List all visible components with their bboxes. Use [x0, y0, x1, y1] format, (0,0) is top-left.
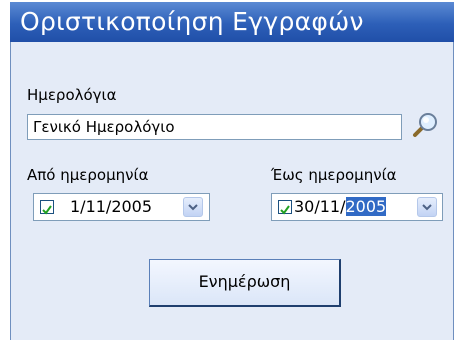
from-date-label: Από ημερομηνία [27, 166, 149, 184]
to-date-picker[interactable]: 30/11/2005 [271, 193, 443, 221]
chevron-down-icon [188, 204, 198, 211]
magnifier-icon[interactable] [410, 110, 440, 140]
journal-field[interactable]: Γενικό Ημερολόγιο [27, 114, 402, 140]
from-date-checkbox[interactable] [40, 200, 54, 215]
to-date-dropdown-button[interactable] [417, 197, 437, 217]
chevron-down-icon [422, 204, 432, 211]
check-icon [280, 205, 290, 215]
to-date-checkbox[interactable] [278, 200, 292, 215]
to-date-value-prefix: 30/11/ [294, 197, 346, 216]
to-date-label: Έως ημερομηνία [271, 166, 397, 184]
from-date-dropdown-button[interactable] [183, 197, 203, 217]
to-date-value: 30/11/2005 [294, 194, 387, 220]
journal-label: Ημερολόγια [27, 86, 117, 104]
update-button[interactable]: Ενημέρωση [149, 259, 341, 307]
to-date-value-selected: 2005 [345, 197, 387, 216]
check-icon [42, 205, 52, 215]
from-date-picker[interactable]: 1/11/2005 [33, 193, 210, 221]
dialog-title: Οριστικοποίηση Εγγραφών [10, 2, 454, 42]
from-date-value: 1/11/2005 [70, 197, 153, 216]
